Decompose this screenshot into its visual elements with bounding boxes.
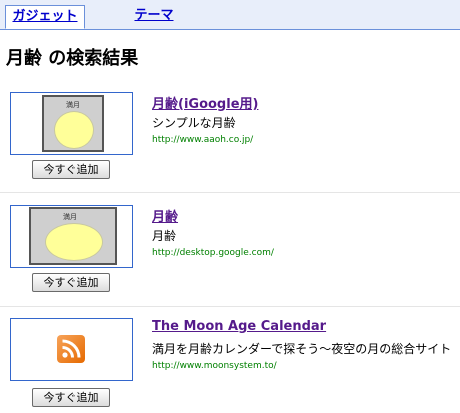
moon-label: 満月: [66, 101, 80, 109]
tab-themes-label: テーマ: [134, 8, 174, 23]
divider: [0, 192, 460, 193]
page-title: 月齢 の検索結果: [6, 48, 139, 69]
add-now-button[interactable]: 今すぐ追加: [32, 273, 110, 292]
moon-icon: 満月: [42, 95, 104, 152]
add-now-button[interactable]: 今すぐ追加: [32, 388, 110, 407]
moon-label: 満月: [63, 213, 77, 221]
result-item: 満月 今すぐ追加 月齢 月齢 http://desktop.google.com…: [0, 205, 460, 295]
moon-disc: [45, 223, 103, 261]
result-title-link[interactable]: The Moon Age Calendar: [152, 319, 326, 334]
result-title-link[interactable]: 月齢(iGoogle用): [152, 93, 258, 112]
result-url: http://desktop.google.com/: [152, 248, 274, 258]
result-item: 満月 今すぐ追加 月齢(iGoogle用) シンプルな月齢 http://www…: [0, 92, 460, 190]
result-description: シンプルな月齢: [152, 116, 236, 130]
moon-icon: 満月: [29, 207, 117, 265]
moon-disc: [54, 111, 94, 149]
rss-glyph: [62, 339, 81, 358]
result-description: 満月を月齢カレンダーで探そう〜夜空の月の総合サイト: [152, 342, 452, 356]
result-title-link[interactable]: 月齢: [152, 206, 178, 225]
result-url: http://www.aaoh.co.jp/: [152, 135, 254, 145]
divider: [0, 306, 460, 307]
tab-gadgets[interactable]: ガジェット: [5, 5, 85, 29]
rss-feed-icon: [57, 335, 85, 363]
gadget-thumbnail[interactable]: 満月: [10, 92, 133, 155]
tab-themes[interactable]: テーマ: [108, 5, 200, 29]
gadget-thumbnail[interactable]: [10, 318, 133, 381]
add-now-button[interactable]: 今すぐ追加: [32, 160, 110, 179]
tab-bar: ガジェット テーマ: [0, 0, 460, 30]
tab-gadgets-label: ガジェット: [12, 9, 78, 24]
result-item: 今すぐ追加 The Moon Age Calendar 満月を月齢カレンダーで探…: [0, 318, 460, 410]
gadget-thumbnail[interactable]: 満月: [10, 205, 133, 268]
result-description: 月齢: [152, 229, 177, 243]
result-url: http://www.moonsystem.to/: [152, 361, 277, 371]
